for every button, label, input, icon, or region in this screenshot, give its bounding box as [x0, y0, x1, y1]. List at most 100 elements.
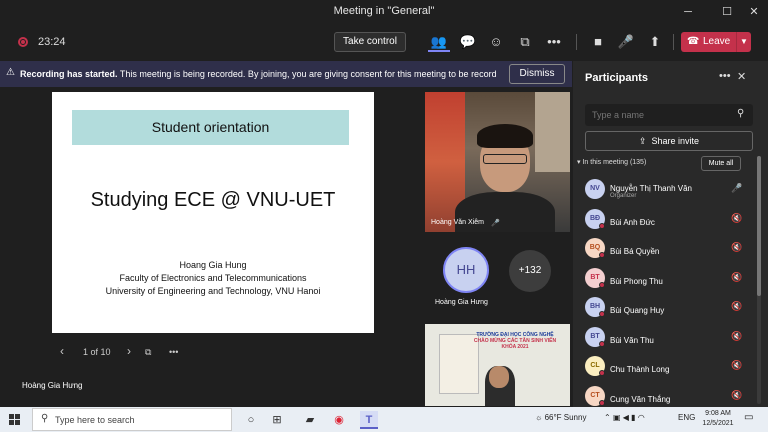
network-icon[interactable]: ▣ — [613, 413, 623, 422]
recording-banner: ⚠ Recording has started. This meeting is… — [0, 61, 572, 87]
task-view-icon[interactable]: ○ — [242, 411, 260, 429]
participant-row[interactable]: BH Bùi Quang Huy 🔇 — [585, 295, 755, 323]
mic-off-icon[interactable]: 🔇 — [731, 272, 742, 283]
windows-start-icon[interactable] — [9, 414, 20, 425]
people-icon[interactable]: 👥 — [428, 32, 450, 52]
share-invite-label: Share invite — [651, 136, 700, 146]
panel-more-icon[interactable]: ••• — [719, 70, 731, 82]
search-icon[interactable]: ⚲ — [737, 108, 744, 119]
more-icon[interactable]: ••• — [543, 32, 565, 52]
avatar: NV — [585, 179, 605, 199]
language-indicator[interactable]: ENG — [678, 413, 695, 422]
dismiss-button[interactable]: Dismiss — [509, 64, 565, 84]
mic-icon[interactable]: 🎤 — [731, 183, 742, 194]
participant-name: Bùi Quang Huy — [610, 306, 665, 315]
mic-off-icon[interactable]: 🔇 — [731, 360, 742, 371]
speaker-head — [489, 366, 509, 388]
wifi-icon[interactable]: ◠ — [638, 413, 645, 422]
reactions-icon[interactable]: ☺ — [485, 32, 507, 52]
person-glasses — [483, 154, 527, 164]
weather-status[interactable]: ☼ 66°F Sunny — [535, 413, 586, 422]
participant-row[interactable]: BT Bùi Phong Thu 🔇 — [585, 266, 755, 294]
share-icon: ⇪ — [638, 136, 647, 146]
mic-off-icon[interactable]: 🔇 — [731, 390, 742, 401]
scrollbar[interactable] — [757, 156, 761, 404]
maximize-button[interactable]: ☐ — [715, 3, 739, 21]
status-badge — [599, 311, 605, 317]
participant-role: Organizer — [610, 193, 637, 199]
status-badge — [599, 340, 605, 347]
status-badge — [599, 399, 605, 406]
status-badge — [599, 252, 605, 258]
rooms-icon[interactable]: ⧉ — [514, 32, 536, 52]
mic-off-icon[interactable]: 🔇 — [731, 331, 742, 342]
more-participants-button[interactable]: +132 — [509, 250, 551, 292]
widgets-icon[interactable]: ⊞ — [268, 411, 286, 429]
toolbar-divider — [576, 34, 577, 50]
chrome-icon[interactable]: ◉ — [330, 411, 348, 429]
weather-label: 66°F Sunny — [544, 413, 587, 422]
close-window-button[interactable]: ✕ — [742, 3, 766, 21]
mic-off-icon[interactable]: 🔇 — [731, 301, 742, 312]
participant-row[interactable]: NV Nguyễn Thị Thanh Vân Organizer 🎤 — [585, 177, 755, 205]
close-icon[interactable]: ✕ — [737, 70, 746, 83]
grid-view-icon[interactable]: ⧉ — [145, 347, 151, 358]
participant-row[interactable]: BĐ Bùi Anh Đức 🔇 — [585, 207, 755, 235]
meeting-stage: Student orientation Studying ECE @ VNU-U… — [0, 87, 572, 407]
avatar: HH — [443, 247, 489, 293]
clock[interactable]: 9:08 AM 12/5/2021 — [698, 409, 738, 429]
mic-icon[interactable]: 🎤 — [615, 32, 637, 52]
taskbar-search[interactable]: ⚲ Type here to search — [32, 408, 232, 431]
video-tile-room[interactable]: TRƯỜNG ĐẠI HỌC CÔNG NGHỆ CHÀO MỪNG CÁC T… — [425, 324, 570, 406]
participant-name: Bùi Phong Thu — [610, 276, 663, 286]
presenter-name: Hoàng Gia Hưng — [22, 381, 83, 390]
take-control-button[interactable]: Take control — [334, 32, 406, 52]
participant-row[interactable]: BQ Bùi Bá Quyền 🔇 — [585, 236, 755, 264]
mic-off-icon[interactable]: 🔇 — [731, 242, 742, 253]
teams-icon[interactable]: T — [360, 411, 378, 429]
minimize-button[interactable]: ─ — [676, 3, 700, 21]
sign-line: KHÓA 2021 — [501, 344, 529, 350]
warning-icon: ⚠ — [6, 67, 15, 78]
prev-slide-button[interactable]: ‹ — [60, 344, 64, 358]
slide-more-icon[interactable]: ••• — [169, 347, 178, 357]
mic-off-icon[interactable]: 🔇 — [731, 213, 742, 224]
battery-icon[interactable]: ▮ — [631, 413, 638, 422]
participant-row[interactable]: CL Chu Thành Long 🔇 — [585, 354, 755, 382]
chevron-up-icon[interactable]: ⌃ — [604, 413, 613, 422]
recording-icon — [18, 37, 28, 47]
clock-time: 9:08 AM — [705, 410, 731, 417]
avatar-tile[interactable]: HH +132 Hoàng Gia Hưng — [425, 237, 570, 317]
participant-name: Bùi Bá Quyền — [610, 247, 660, 256]
participant-name: Bùi Văn Thu — [610, 335, 654, 345]
person-body — [455, 192, 555, 232]
share-invite-button[interactable]: ⇪ Share invite — [585, 131, 753, 151]
status-badge — [599, 370, 605, 376]
participant-name: Nguyễn Thị Thanh Vân — [610, 184, 692, 193]
tray-icons[interactable]: ⌃ ▣ ◀ ▮ ◠ — [604, 413, 645, 422]
file-explorer-icon[interactable]: ▰ — [301, 411, 319, 429]
participant-search-input[interactable] — [585, 104, 735, 126]
shared-slide: Student orientation Studying ECE @ VNU-U… — [52, 92, 374, 333]
next-slide-button[interactable]: › — [127, 344, 131, 358]
share-icon[interactable]: ⬆ — [644, 32, 666, 52]
video-tile[interactable]: Hoàng Văn Xiêm 🎤 — [425, 92, 570, 232]
phone-icon: ☎ — [687, 36, 700, 47]
in-meeting-section[interactable]: ▾ In this meeting (135) — [577, 158, 646, 166]
scrollbar-thumb[interactable] — [757, 156, 761, 296]
clock-date: 12/5/2021 — [702, 420, 734, 427]
volume-icon[interactable]: ◀ — [623, 413, 631, 422]
camera-icon[interactable]: ■ — [587, 32, 609, 52]
section-label: In this meeting (135) — [582, 159, 647, 166]
chat-icon[interactable]: 💬 — [457, 32, 479, 52]
leave-button[interactable]: ☎ Leave ▼ — [681, 32, 751, 52]
mute-all-button[interactable]: Mute all — [701, 156, 741, 171]
participant-row[interactable]: BT Bùi Văn Thu 🔇 — [585, 325, 755, 353]
status-badge — [599, 222, 605, 229]
participant-name: Cung Văn Thắng — [610, 394, 671, 404]
chevron-down-icon[interactable]: ▼ — [736, 32, 751, 52]
participants-panel: Participants ••• ✕ ⚲ ⇪ Share invite ▾ In … — [573, 61, 768, 407]
banner-message: Recording has started. This meeting is b… — [20, 69, 496, 79]
notifications-icon[interactable]: ▭ — [744, 412, 753, 423]
banner-bold: Recording has started. — [20, 69, 118, 79]
